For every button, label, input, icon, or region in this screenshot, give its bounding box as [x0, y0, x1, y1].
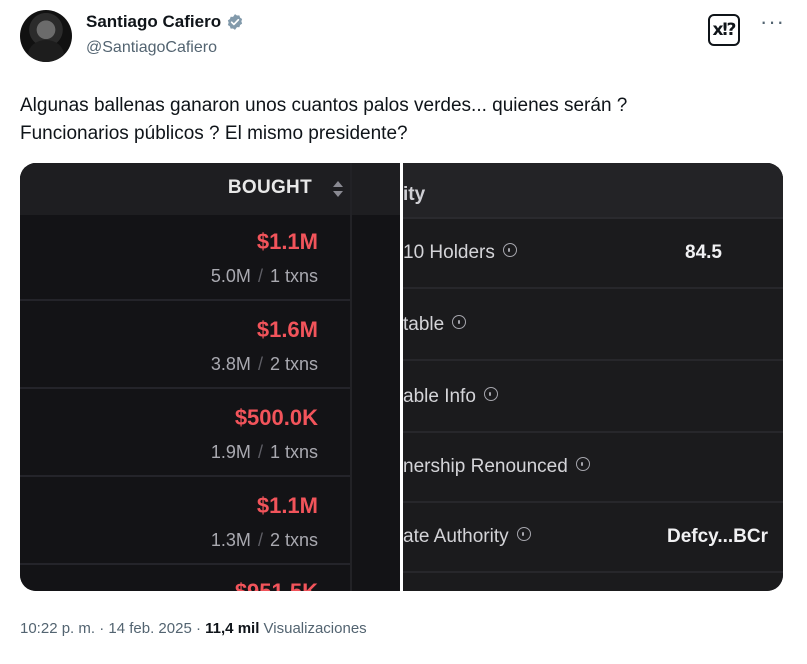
bought-amount: $1.1M [256, 229, 318, 254]
info-icon [516, 527, 531, 541]
info-icon [452, 315, 467, 329]
info-row-label: 10 Holders [403, 242, 517, 264]
bought-row: $1.1M 1.3M / 2 txns [20, 479, 350, 565]
info-icon [502, 243, 517, 257]
token-info-header: ity [403, 163, 783, 219]
sort-icon [333, 181, 343, 197]
grok-button[interactable]: x⁉ [708, 14, 740, 46]
author-avatar[interactable] [20, 10, 72, 62]
bought-detail: 3.8M / 2 txns [210, 354, 318, 374]
tweet-text-line: Algunas ballenas ganaron unos cuantos pa… [20, 95, 628, 116]
info-row-holders: 10 Holders 84.5 [403, 219, 783, 289]
bought-row: $1.1M 5.0M / 1 txns [20, 215, 350, 301]
views-count: 11,4 mil [205, 620, 260, 637]
info-icon [483, 387, 498, 401]
bought-amount: $951.5K [235, 579, 318, 591]
bought-column-header: BOUGHT [20, 163, 400, 215]
bought-amount: $1.1M [256, 493, 318, 518]
tweet-date[interactable]: 14 feb. 2025 [108, 620, 191, 637]
author-name-row: Santiago Cafiero [86, 12, 244, 32]
author-display-name[interactable]: Santiago Cafiero [86, 12, 221, 32]
tweet-metadata: 10:22 p. m. · 14 feb. 2025 · 11,4 mil Vi… [20, 620, 367, 637]
info-row-label: table [403, 314, 467, 336]
info-row-label: ate Authority [403, 526, 531, 548]
bought-detail: 1.3M / 2 txns [210, 530, 318, 550]
bought-row: $1.6M 3.8M / 2 txns [20, 303, 350, 389]
author-handle[interactable]: @SantiagoCafiero [86, 39, 217, 57]
tweet-text-line: Funcionarios públicos ? El mismo preside… [20, 123, 408, 144]
info-row-value: Defcy...BCr [667, 526, 769, 547]
info-icon [575, 457, 590, 471]
token-info-header-label: ity [403, 184, 426, 205]
token-info-panel: ity 10 Holders 84.5 table able Info ners… [403, 163, 783, 591]
info-row-mutable: table [403, 291, 783, 361]
bought-detail: 5.0M / 1 txns [210, 266, 318, 286]
bought-detail: 1.9M / 1 txns [210, 442, 318, 462]
bought-column-label: BOUGHT [227, 177, 312, 198]
tweet-media-image[interactable]: BOUGHT $1.1M 5.0M / 1 txns $1.6M 3.8M / … [20, 163, 783, 591]
info-row-value: 84.5 [685, 242, 722, 263]
tweet-text: Algunas ballenas ganaron unos cuantos pa… [20, 92, 790, 148]
bought-row-partial: $951.5K [20, 567, 350, 591]
bought-amount: $1.6M [256, 317, 318, 342]
more-options-button[interactable]: ··· [760, 11, 785, 33]
column-separator [350, 163, 352, 591]
bought-row: $500.0K 1.9M / 1 txns [20, 391, 350, 477]
info-row-label: able Info [403, 386, 498, 408]
info-row-ownership: nership Renounced [403, 433, 783, 503]
info-row-label: nership Renounced [403, 456, 590, 478]
bought-amount: $500.0K [234, 405, 318, 430]
info-row-update-authority: ate Authority Defcy...BCr [403, 503, 783, 573]
info-row-mutable-info: able Info [403, 363, 783, 433]
tweet-timestamp[interactable]: 10:22 p. m. [20, 620, 95, 637]
bought-column-panel: BOUGHT $1.1M 5.0M / 1 txns $1.6M 3.8M / … [20, 163, 400, 591]
views-label: Visualizaciones [263, 620, 367, 637]
grok-icon: x⁉ [712, 20, 736, 40]
verified-badge-icon [227, 14, 243, 30]
